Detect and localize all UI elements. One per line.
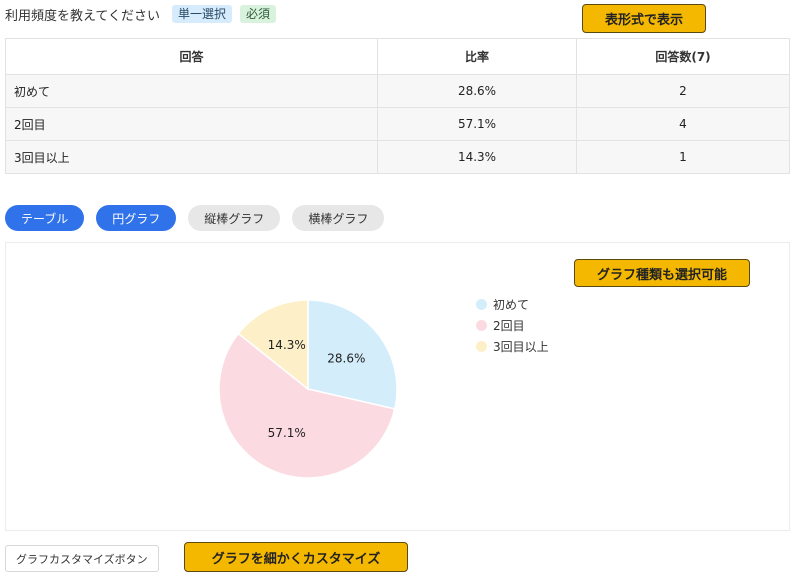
header-rate: 比率 bbox=[377, 38, 577, 75]
question-title: 利用頻度を教えてください bbox=[5, 8, 160, 24]
cell-rate: 14.3% bbox=[377, 140, 577, 174]
legend-item: 3回目以上 bbox=[476, 339, 549, 354]
legend-label: 初めて bbox=[493, 298, 530, 312]
tab-pie-chart[interactable]: 円グラフ bbox=[96, 205, 177, 231]
results-table: 回答 比率 回答数(7) 初めて 28.6% 2 2回目 57.1% 4 3回目… bbox=[5, 38, 790, 174]
callout-customize: グラフを細かくカスタマイズ bbox=[184, 542, 408, 572]
cell-answer: 2回目 bbox=[5, 107, 378, 141]
table-row: 2回目 57.1% 4 bbox=[5, 107, 790, 141]
legend-item: 2回目 bbox=[476, 318, 549, 333]
legend-item: 初めて bbox=[476, 297, 549, 312]
chart-legend: 初めて 2回目 3回目以上 bbox=[476, 297, 549, 354]
required-tag: 必須 bbox=[239, 5, 276, 23]
legend-dot-icon bbox=[476, 341, 487, 352]
cell-count: 1 bbox=[576, 140, 790, 174]
tab-column-chart[interactable]: 縦棒グラフ bbox=[188, 205, 281, 231]
chart-type-tabs: テーブル 円グラフ 縦棒グラフ 横棒グラフ bbox=[5, 205, 385, 231]
question-header: 利用頻度を教えてください 単一選択 必須 bbox=[5, 4, 276, 24]
table-header-row: 回答 比率 回答数(7) bbox=[5, 38, 790, 75]
legend-label: 3回目以上 bbox=[493, 340, 549, 354]
legend-label: 2回目 bbox=[493, 319, 525, 333]
cell-rate: 57.1% bbox=[377, 107, 577, 141]
single-choice-tag: 単一選択 bbox=[171, 5, 232, 23]
cell-count: 2 bbox=[576, 74, 790, 108]
header-count: 回答数(7) bbox=[576, 38, 790, 75]
chart-customize-button[interactable]: グラフカスタマイズボタン bbox=[5, 545, 159, 572]
header-answer: 回答 bbox=[5, 38, 378, 75]
cell-count: 4 bbox=[576, 107, 790, 141]
table-row: 3回目以上 14.3% 1 bbox=[5, 140, 790, 174]
cell-rate: 28.6% bbox=[377, 74, 577, 108]
table-row: 初めて 28.6% 2 bbox=[5, 74, 790, 108]
chart-area: 28.6% 57.1% 14.3% 初めて 2回目 3回目以上 グラフ種類も選択可能 bbox=[5, 242, 790, 531]
legend-dot-icon bbox=[476, 320, 487, 331]
cell-answer: 3回目以上 bbox=[5, 140, 378, 174]
pie-slice-label: 14.3% bbox=[268, 338, 306, 352]
callout-chart-types: グラフ種類も選択可能 bbox=[574, 259, 750, 287]
callout-table-view: 表形式で表示 bbox=[582, 4, 706, 33]
cell-answer: 初めて bbox=[5, 74, 378, 108]
legend-dot-icon bbox=[476, 299, 487, 310]
pie-slice-label: 28.6% bbox=[327, 352, 365, 366]
tab-table[interactable]: テーブル bbox=[5, 205, 85, 231]
pie-slice-label: 57.1% bbox=[268, 426, 306, 440]
tab-bar-chart[interactable]: 横棒グラフ bbox=[292, 205, 385, 231]
